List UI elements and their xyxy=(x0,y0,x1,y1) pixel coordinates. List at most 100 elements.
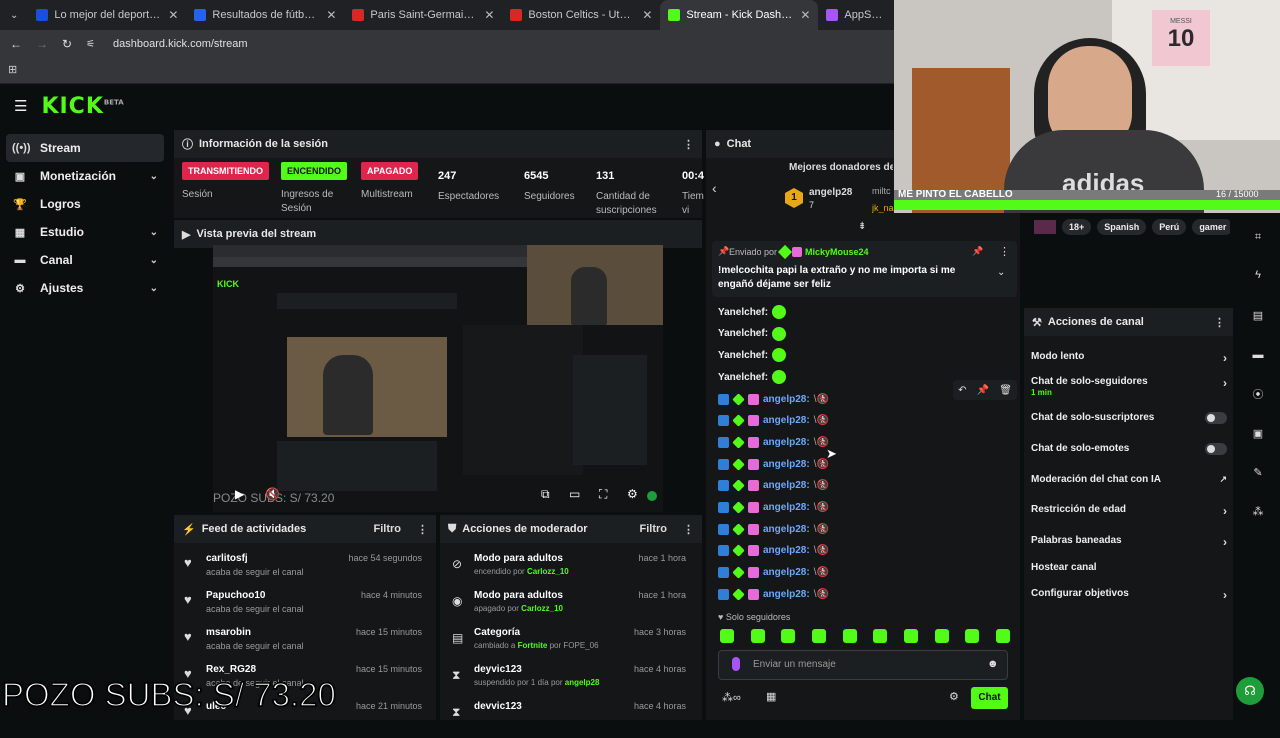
sidebar-item-monetizacion[interactable]: ▣ Monetización ⌄ xyxy=(6,162,164,190)
chat-message[interactable]: angelp28: \🚷 xyxy=(718,498,829,518)
mod-filter-button[interactable]: Filtro xyxy=(640,523,668,535)
tab-list-chevron-icon[interactable]: ⌄ xyxy=(0,10,28,21)
stream-preview-video[interactable]: KICK POZO SUBS: S/ 73.20 ▶ 🔇 ⧉ ▭ ⛶ ⚙ xyxy=(213,245,663,512)
channel-action-0[interactable]: Modo lento › xyxy=(1031,351,1227,365)
chat-username[interactable]: angelp28: xyxy=(763,589,810,600)
channel-tag[interactable]: Spanish xyxy=(1097,219,1147,235)
expand-pinned-icon[interactable]: ⇟ xyxy=(858,221,866,232)
menu-icon[interactable]: ☰ xyxy=(14,97,27,115)
channel-action-3[interactable]: Chat de solo-emotes xyxy=(1031,443,1227,455)
apps-icon[interactable]: ⊞ xyxy=(8,63,17,76)
chat-username[interactable]: angelp28: xyxy=(763,394,810,405)
chat-icon[interactable]: ▬ xyxy=(1248,345,1268,365)
back-icon[interactable]: ← xyxy=(10,37,22,51)
pin-icon[interactable]: 📌 xyxy=(977,385,989,396)
back-chevron-icon[interactable]: ‹ xyxy=(712,180,717,196)
chat-message[interactable]: angelp28: \🚷 xyxy=(718,584,829,604)
chat-username[interactable]: angelp28: xyxy=(763,459,810,470)
chat-message[interactable]: angelp28: \🚷 xyxy=(718,411,829,431)
channel-tag[interactable]: gamer xyxy=(1192,219,1230,235)
kebab-menu-icon[interactable]: ⋮ xyxy=(417,523,428,536)
pip-icon[interactable]: ⧉ xyxy=(541,487,550,502)
browser-tab[interactable]: Resultados de fútbol en directo ✕ xyxy=(186,0,344,30)
reply-icon[interactable]: ↶ xyxy=(958,385,966,396)
broadcast-icon[interactable]: ⦿ xyxy=(1248,384,1268,404)
chat-message[interactable]: Yanelchef: xyxy=(718,302,787,322)
emote-icon[interactable] xyxy=(750,629,765,643)
play-icon[interactable]: ▶ xyxy=(235,487,244,501)
mod-action-target[interactable]: angelp28 xyxy=(565,678,600,687)
mod-action-target[interactable]: Fortnite xyxy=(518,641,548,650)
chat-username[interactable]: angelp28: xyxy=(763,415,810,426)
mute-icon[interactable]: 🔇 xyxy=(265,487,280,501)
emote-icon[interactable] xyxy=(873,629,888,643)
screenshot-icon[interactable]: ⌗ xyxy=(1248,227,1268,247)
close-tab-icon[interactable]: ✕ xyxy=(642,8,652,22)
stream-manager-icon[interactable]: ▣ xyxy=(1248,423,1268,443)
emote-icon[interactable] xyxy=(842,629,857,643)
chat-username[interactable]: angelp28: xyxy=(763,480,810,491)
channel-action-1[interactable]: Chat de solo-seguidores 1 min › xyxy=(1031,376,1227,397)
chat-username[interactable]: Yanelchef: xyxy=(718,372,768,383)
send-chat-button[interactable]: Chat xyxy=(971,687,1008,709)
revenue-pill[interactable]: ENCENDIDO xyxy=(281,162,348,180)
feed-user[interactable]: Rex_RG28 xyxy=(206,664,256,675)
url-text[interactable]: dashboard.kick.com/stream xyxy=(113,38,248,50)
site-info-icon[interactable]: ⚟ xyxy=(86,39,95,50)
feed-user[interactable]: Papuchoo10 xyxy=(206,590,265,601)
kebab-menu-icon[interactable]: ⋮ xyxy=(999,245,1010,258)
close-tab-icon[interactable]: ✕ xyxy=(326,8,336,22)
bolt-icon[interactable]: ϟ xyxy=(1248,265,1268,285)
emote-icon[interactable] xyxy=(934,629,949,643)
emote-icon[interactable] xyxy=(811,629,826,643)
chat-message[interactable]: Yanelchef: xyxy=(718,345,787,365)
support-icon[interactable]: ☊ xyxy=(1236,677,1264,705)
settings-icon[interactable]: ⚙ xyxy=(627,487,638,501)
mic-icon[interactable] xyxy=(732,657,740,671)
delete-icon[interactable]: 🗑 xyxy=(999,385,1012,396)
toggle-switch[interactable] xyxy=(1205,412,1227,424)
sidebar-item-logros[interactable]: 🏆 Logros xyxy=(6,190,164,218)
channel-action-6[interactable]: Palabras baneadas › xyxy=(1031,535,1227,549)
theater-icon[interactable]: ▭ xyxy=(569,487,580,501)
sidebar-item-estudio[interactable]: ▦ Estudio ⌄ xyxy=(6,218,164,246)
chat-message[interactable]: angelp28: \🚷 xyxy=(718,519,829,539)
chat-input-box[interactable]: Enviar un mensaje ☻ xyxy=(718,650,1008,680)
feed-user[interactable]: msarobin xyxy=(206,627,251,638)
kebab-menu-icon[interactable]: ⋮ xyxy=(683,523,694,536)
feed-user[interactable]: carlitosfj xyxy=(206,553,248,564)
channel-action-7[interactable]: Hostear canal xyxy=(1031,562,1227,573)
chat-message[interactable]: angelp28: \🚷 xyxy=(718,454,829,474)
channel-tag[interactable]: Perú xyxy=(1152,219,1187,235)
chevron-down-icon[interactable]: ⌄ xyxy=(997,267,1005,278)
chat-username[interactable]: angelp28: xyxy=(763,567,810,578)
browser-tab[interactable]: AppSorteos – L xyxy=(818,0,892,30)
sidebar-item-stream[interactable]: ((•)) Stream xyxy=(6,134,164,162)
feed-filter-button[interactable]: Filtro xyxy=(374,523,402,535)
reload-icon[interactable]: ↻ xyxy=(62,37,72,51)
sidebar-item-ajustes[interactable]: ⚙ Ajustes ⌄ xyxy=(6,274,164,302)
chat-username[interactable]: angelp28: xyxy=(763,545,810,556)
channel-action-5[interactable]: Restricción de edad › xyxy=(1031,504,1227,518)
close-tab-icon[interactable]: ✕ xyxy=(168,8,178,22)
channel-action-8[interactable]: Configurar objetivos › xyxy=(1031,588,1227,602)
users-icon[interactable]: ⁂∞ xyxy=(722,691,741,704)
chat-message[interactable]: angelp28: \🚷 xyxy=(718,432,829,452)
donor-2-name[interactable]: miltc xyxy=(872,186,894,196)
emote-icon[interactable] xyxy=(781,629,796,643)
chat-message[interactable]: Yanelchef: xyxy=(718,367,787,387)
mod-action-target[interactable]: Carlozz_10 xyxy=(521,604,563,613)
emote-icon[interactable] xyxy=(995,629,1010,643)
emoji-icon[interactable]: ☻ xyxy=(987,658,999,670)
wrench-icon[interactable]: ✎ xyxy=(1248,462,1268,482)
channel-tag[interactable]: 18+ xyxy=(1062,219,1092,235)
browser-tab[interactable]: Lo mejor del deporte y el entre ✕ xyxy=(28,0,186,30)
donor-1-name[interactable]: angelp28 xyxy=(809,187,852,198)
users-icon[interactable]: ⁂ xyxy=(1248,501,1268,521)
multistream-pill[interactable]: APAGADO xyxy=(361,162,419,180)
close-tab-icon[interactable]: ✕ xyxy=(800,8,810,22)
channel-action-4[interactable]: Moderación del chat con IA ↗ xyxy=(1031,474,1227,485)
unpin-icon[interactable]: 📌 xyxy=(972,246,983,257)
emote-icon[interactable] xyxy=(965,629,980,643)
close-tab-icon[interactable]: ✕ xyxy=(484,8,494,22)
